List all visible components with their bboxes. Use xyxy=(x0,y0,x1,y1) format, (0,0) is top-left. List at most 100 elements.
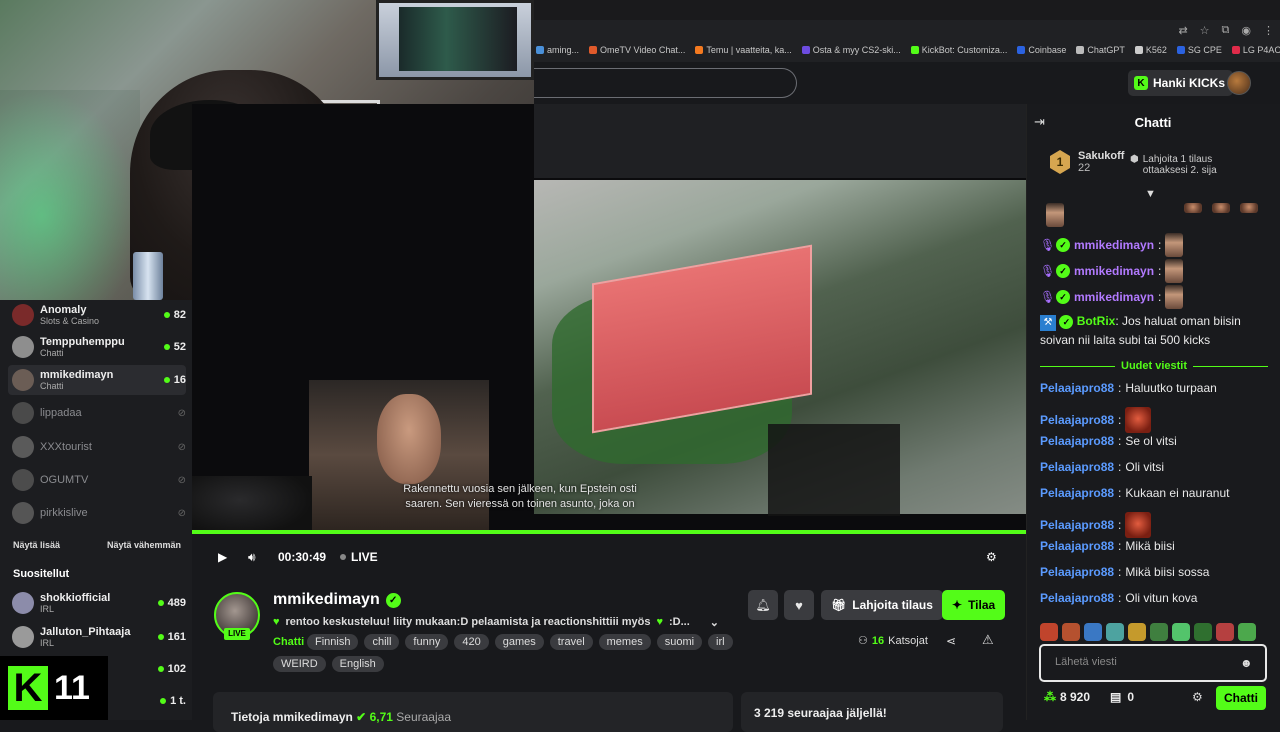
sidebar-channel-item[interactable]: lippadaa ⊘ xyxy=(8,398,186,428)
emote-icon[interactable] xyxy=(1040,623,1058,641)
sidebar-channel-item[interactable]: Temppuhemppu Chatti 52 xyxy=(8,332,186,362)
stream-category[interactable]: Chatti xyxy=(273,636,304,648)
follow-button[interactable]: ♥ xyxy=(784,590,814,620)
offline-icon: ⊘ xyxy=(177,441,186,453)
stream-tag[interactable]: memes xyxy=(598,634,651,650)
bookmark-item[interactable]: Osta & myy CS2-ski... xyxy=(801,45,901,55)
get-kicks-button[interactable]: K Hanki KICKs xyxy=(1128,70,1234,96)
verified-badge-icon: ✓ xyxy=(1059,315,1074,329)
sidebar-channel-item[interactable]: mmikedimayn Chatti 16 xyxy=(8,365,186,395)
send-chat-button[interactable]: Chatti xyxy=(1216,686,1266,710)
chat-username[interactable]: Pelaajapro88 xyxy=(1040,413,1114,427)
gift-sub-button[interactable]: 🎁︎ Lahjoita tilaus xyxy=(821,590,943,620)
volume-icon[interactable]: 🔊︎ xyxy=(248,550,256,565)
translate-icon[interactable]: ⇄ xyxy=(1178,24,1187,37)
chat-username[interactable]: Pelaajapro88 xyxy=(1040,539,1114,553)
stream-tag[interactable]: WEIRD xyxy=(273,656,326,672)
bookmark-label: ChatGPT xyxy=(1087,45,1125,55)
chat-username[interactable]: mmikedimayn xyxy=(1074,264,1154,278)
report-icon[interactable]: ⚠ xyxy=(982,632,994,648)
emoji-icon[interactable]: ☻ xyxy=(1240,656,1253,670)
settings-icon[interactable]: ⚙ xyxy=(986,550,997,564)
profile-icon[interactable]: ◉ xyxy=(1241,24,1251,37)
bookmark-item[interactable]: Coinbase xyxy=(1017,45,1066,55)
chat-username[interactable]: Pelaajapro88 xyxy=(1040,434,1114,448)
star-icon[interactable]: ☆ xyxy=(1200,24,1210,37)
emote-icon[interactable] xyxy=(1238,623,1256,641)
sidebar-channel-item[interactable]: OGUMTV ⊘ xyxy=(8,465,186,495)
chat-username[interactable]: Pelaajapro88 xyxy=(1040,565,1114,579)
webcam-tv xyxy=(376,0,534,80)
subscribe-button[interactable]: ✦ Tilaa xyxy=(942,590,1006,620)
stream-tag[interactable]: Finnish xyxy=(307,634,359,650)
recommended-channel-item[interactable]: shokkiofficial IRL 489 xyxy=(8,588,186,618)
chat-username[interactable]: Pelaajapro88 xyxy=(1040,381,1114,395)
chat-input[interactable]: Lähetä viesti xyxy=(1039,644,1267,682)
viewer-count: ⚇ 16 Katsojat xyxy=(858,634,928,648)
chat-colon: : xyxy=(1158,264,1162,278)
chat-username[interactable]: Pelaajapro88 xyxy=(1040,486,1114,500)
webcam-tv-screen xyxy=(399,7,517,71)
menu-icon[interactable]: ⋮ xyxy=(1263,24,1274,37)
show-less-link[interactable]: Näytä vähemmän xyxy=(107,540,181,550)
stream-tag[interactable]: chill xyxy=(364,634,400,650)
chat-username[interactable]: mmikedimayn xyxy=(1074,290,1154,304)
stream-tag[interactable]: irl xyxy=(708,634,733,650)
gift-count[interactable]: ▤ 0 xyxy=(1110,690,1134,704)
stream-tag[interactable]: funny xyxy=(405,634,449,650)
stream-tag[interactable]: games xyxy=(494,634,544,650)
bookmark-item[interactable]: Temu | vaatteita, ka... xyxy=(695,45,792,55)
bookmark-item[interactable]: LG P4AOTH1WE Tu... xyxy=(1231,45,1280,55)
sidebar-channel-item[interactable]: pirkkislive ⊘ xyxy=(8,498,186,528)
channel-avatar xyxy=(12,592,34,614)
video-player[interactable]: Rakennettu vuosia sen jälkeen, kun Epste… xyxy=(192,104,1026,530)
emote-icon[interactable] xyxy=(1106,623,1124,641)
emote-icon[interactable] xyxy=(1062,623,1080,641)
chat-settings-icon[interactable]: ⚙ xyxy=(1192,690,1203,704)
chat-username[interactable]: BotRix xyxy=(1077,314,1116,328)
stream-tag[interactable]: English xyxy=(331,656,384,672)
emote-icon[interactable] xyxy=(1084,623,1102,641)
stream-tag[interactable]: travel xyxy=(549,634,593,650)
bookmark-item[interactable]: ChatGPT xyxy=(1076,45,1125,55)
channel-text: Jalluton_Pihtaaja IRL xyxy=(40,626,158,648)
search-input[interactable] xyxy=(534,68,797,98)
bookmark-icon xyxy=(801,46,810,54)
bookmark-item[interactable]: aming... xyxy=(536,45,579,55)
emote-icon[interactable] xyxy=(1128,623,1146,641)
chat-colon: : xyxy=(1118,539,1122,553)
stream-tag[interactable]: 420 xyxy=(454,634,489,650)
chat-username[interactable]: Pelaajapro88 xyxy=(1040,591,1114,605)
bell-icon: 🔔︎ xyxy=(755,598,771,612)
chat-message: Pelaajapro88: Kukaan ei nauranut xyxy=(1040,486,1229,500)
notification-bell-button[interactable]: 🔔︎ xyxy=(748,590,778,620)
pinned-toggle-icon[interactable]: ▼ xyxy=(1145,188,1156,200)
emote-icon[interactable] xyxy=(1172,623,1190,641)
share-icon[interactable]: ⋖ xyxy=(946,634,956,648)
play-icon[interactable]: ▶ xyxy=(218,550,227,564)
bookmark-item[interactable]: OmeTV Video Chat... xyxy=(589,45,685,55)
bookmark-item[interactable]: K562 xyxy=(1134,45,1167,55)
user-avatar[interactable] xyxy=(1227,71,1251,95)
kick-logo-icon: K xyxy=(1134,76,1148,90)
emote-icon[interactable] xyxy=(1194,623,1212,641)
sidebar-channel-item[interactable]: Anomaly Slots & Casino 82 xyxy=(8,300,186,330)
sidebar-channel-item[interactable]: XXXtourist ⊘ xyxy=(8,432,186,462)
bookmark-item[interactable]: SG CPE xyxy=(1176,45,1222,55)
video-progress-bar[interactable] xyxy=(192,530,1026,534)
chat-username[interactable]: mmikedimayn xyxy=(1074,238,1154,252)
emote-icon[interactable] xyxy=(1216,623,1234,641)
bookmark-item[interactable]: KickBot: Customiza... xyxy=(910,45,1007,55)
stream-tag[interactable]: suomi xyxy=(656,634,703,650)
streamer-name[interactable]: mmikedimayn ✓ xyxy=(273,591,401,609)
emote-icon[interactable] xyxy=(1150,623,1168,641)
viewer-count-value: 82 xyxy=(173,309,186,321)
recommended-channel-item[interactable]: Jalluton_Pihtaaja IRL 161 xyxy=(8,622,186,652)
gift-count-value: 0 xyxy=(1127,690,1135,704)
channel-points[interactable]: ⁂ 8 920 xyxy=(1044,690,1090,704)
chat-username[interactable]: Pelaajapro88 xyxy=(1040,518,1114,532)
show-more-link[interactable]: Näytä lisää xyxy=(13,540,60,550)
extensions-icon[interactable]: ⧉ xyxy=(1222,24,1230,37)
chat-username[interactable]: Pelaajapro88 xyxy=(1040,460,1114,474)
chevron-down-icon[interactable]: ⌄ xyxy=(710,616,719,629)
